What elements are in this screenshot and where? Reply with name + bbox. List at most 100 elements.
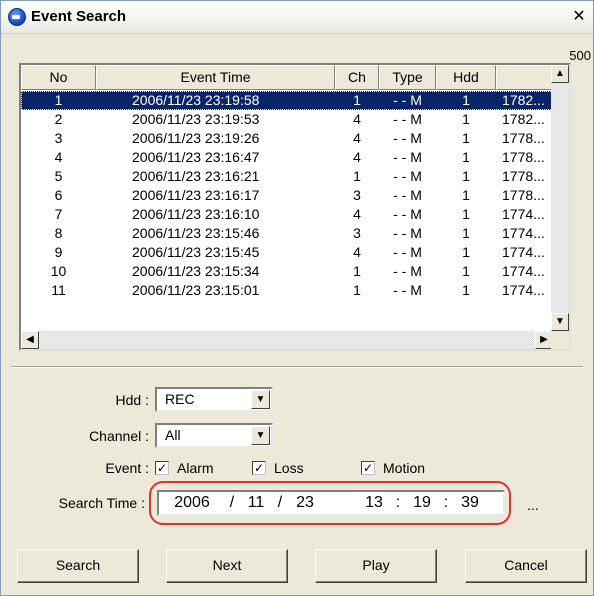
time-separator: : [443, 494, 449, 511]
row-ch: 1 [353, 168, 361, 184]
year-field[interactable]: 2006 [163, 494, 221, 512]
row-no: 10 [50, 263, 67, 279]
row-hdd: 1 [462, 263, 470, 279]
row-hdd: 1 [462, 168, 470, 184]
cancel-button[interactable]: Cancel [465, 549, 587, 583]
checkbox[interactable]: ✓ [361, 461, 375, 475]
channel-value: All [165, 427, 181, 443]
date-separator: / [277, 494, 283, 511]
row-ch: 4 [353, 111, 361, 127]
event-list[interactable]: No Event Time Ch Type Hdd 1 2006/11/23 23… [19, 63, 571, 351]
event-search-window: Event Search ✕ 500 No Event Time Ch Type… [0, 0, 594, 596]
row-event-time: 2006/11/23 23:16:21 [132, 168, 260, 184]
table-row[interactable]: 7 2006/11/23 23:16:10 4 - - M 1 1774... [21, 205, 553, 224]
chevron-down-icon[interactable]: ▼ [251, 390, 270, 409]
column-header-hdd[interactable]: Hdd [436, 65, 496, 90]
column-header-type[interactable]: Type [379, 65, 436, 90]
row-extra: 1778... [502, 187, 545, 203]
row-type: - - M [393, 187, 422, 203]
day-field[interactable]: 23 [291, 494, 319, 512]
row-hdd: 1 [462, 244, 470, 260]
hdd-select[interactable]: REC ▼ [155, 387, 273, 412]
time-separator: : [395, 494, 401, 511]
row-hdd: 1 [462, 130, 470, 146]
table-row[interactable]: 3 2006/11/23 23:19:26 4 - - M 1 1778... [21, 129, 553, 148]
scroll-up-icon[interactable]: ▲ [551, 65, 569, 83]
row-extra: 1774... [502, 225, 545, 241]
search-time-field[interactable]: 2006 / 11 / 23 13 : 19 : 39 [157, 490, 505, 516]
checkbox[interactable]: ✓ [155, 461, 169, 475]
checkbox[interactable]: ✓ [252, 461, 266, 475]
second-field[interactable]: 39 [457, 494, 483, 512]
row-no: 3 [54, 130, 63, 146]
column-header-ch[interactable]: Ch [335, 65, 379, 90]
table-row[interactable]: 1 2006/11/23 23:19:58 1 - - M 1 1782... [21, 91, 553, 110]
row-extra: 1782... [502, 111, 545, 127]
vertical-scrollbar[interactable]: ▲ ▼ [551, 65, 569, 331]
row-ch: 1 [353, 92, 361, 108]
row-event-time: 2006/11/23 23:19:58 [132, 92, 260, 108]
scroll-down-icon[interactable]: ▼ [551, 313, 569, 331]
channel-select[interactable]: All ▼ [155, 423, 273, 448]
event-checkbox-alarm[interactable]: ✓ Alarm [155, 460, 214, 476]
column-header-event-time[interactable]: Event Time [96, 65, 335, 90]
checkbox-label: Alarm [177, 460, 214, 476]
list-header: No Event Time Ch Type Hdd [21, 65, 553, 90]
row-event-time: 2006/11/23 23:19:53 [132, 111, 260, 127]
table-row[interactable]: 5 2006/11/23 23:16:21 1 - - M 1 1778... [21, 167, 553, 186]
row-no: 9 [54, 244, 63, 260]
row-no: 11 [51, 282, 66, 298]
row-hdd: 1 [462, 187, 470, 203]
row-no: 6 [54, 187, 63, 203]
row-no: 8 [54, 225, 63, 241]
play-button[interactable]: Play [315, 549, 437, 583]
channel-label: Channel : [89, 428, 149, 444]
hour-field[interactable]: 13 [361, 494, 387, 512]
row-ch: 4 [353, 149, 361, 165]
row-hdd: 1 [462, 111, 470, 127]
more-options-button[interactable]: ... [527, 497, 539, 513]
column-header-extra[interactable] [496, 65, 553, 90]
column-header-no[interactable]: No [21, 65, 96, 90]
horizontal-scrollbar[interactable]: ◀ ▶ [21, 331, 553, 349]
row-type: - - M [393, 168, 422, 184]
event-checkbox-motion[interactable]: ✓ Motion [361, 460, 425, 476]
row-hdd: 1 [462, 225, 470, 241]
table-row[interactable]: 8 2006/11/23 23:15:46 3 - - M 1 1774... [21, 224, 553, 243]
hdd-label: Hdd : [115, 392, 149, 408]
table-row[interactable]: 9 2006/11/23 23:15:45 4 - - M 1 1774... [21, 243, 553, 262]
table-row[interactable]: 4 2006/11/23 23:16:47 4 - - M 1 1778... [21, 148, 553, 167]
scroll-left-icon[interactable]: ◀ [21, 331, 39, 349]
search-time-label: Search Time : [58, 495, 145, 511]
table-row[interactable]: 10 2006/11/23 23:15:34 1 - - M 1 1774... [21, 262, 553, 281]
title-bar[interactable]: Event Search ✕ [1, 1, 593, 34]
row-type: - - M [393, 282, 422, 298]
close-icon[interactable]: ✕ [569, 7, 589, 27]
row-extra: 1778... [502, 130, 545, 146]
list-rows: 1 2006/11/23 23:19:58 1 - - M 1 1782... 2 2006/… [21, 91, 553, 300]
search-time-highlight: 2006 / 11 / 23 13 : 19 : 39 [149, 481, 511, 525]
window-title: Event Search [31, 8, 127, 25]
row-extra: 1774... [502, 206, 545, 222]
chevron-down-icon[interactable]: ▼ [251, 426, 270, 445]
row-ch: 1 [353, 282, 361, 298]
table-row[interactable]: 11 2006/11/23 23:15:01 1 - - M 1 1774... [21, 281, 553, 300]
minute-field[interactable]: 19 [409, 494, 435, 512]
row-event-time: 2006/11/23 23:19:26 [132, 130, 260, 146]
search-button[interactable]: Search [17, 549, 139, 583]
row-no: 1 [54, 92, 63, 108]
hdd-value: REC [165, 391, 195, 407]
row-type: - - M [393, 263, 422, 279]
checkbox-label: Motion [383, 460, 426, 476]
row-event-time: 2006/11/23 23:15:01 [132, 282, 260, 298]
month-field[interactable]: 11 [243, 494, 269, 512]
row-event-time: 2006/11/23 23:16:17 [132, 187, 260, 203]
table-row[interactable]: 6 2006/11/23 23:16:17 3 - - M 1 1778... [21, 186, 553, 205]
event-label: Event : [105, 460, 149, 476]
table-row[interactable]: 2 2006/11/23 23:19:53 4 - - M 1 1782... [21, 110, 553, 129]
next-button[interactable]: Next [166, 549, 288, 583]
row-event-time: 2006/11/23 23:15:45 [132, 244, 260, 260]
row-ch: 4 [353, 130, 361, 146]
row-type: - - M [393, 149, 422, 165]
event-checkbox-loss[interactable]: ✓ Loss [252, 460, 304, 476]
